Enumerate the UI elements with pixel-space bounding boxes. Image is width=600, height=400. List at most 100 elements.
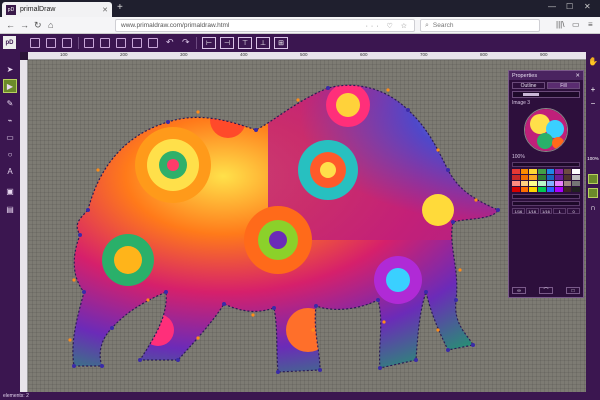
align-bottom-icon[interactable]: ⊞ xyxy=(274,37,288,49)
color-swatch[interactable] xyxy=(555,175,563,180)
node-edit-icon[interactable]: ▶ xyxy=(3,79,17,93)
tab-outline[interactable]: Outline xyxy=(512,82,545,89)
address-bar[interactable]: www.primaldraw.com/primaldraw.html ··· ♡… xyxy=(115,19,415,32)
number-field[interactable]: 1 xyxy=(553,208,567,214)
page-actions-icon[interactable]: ··· ♡ ☆ xyxy=(366,22,410,30)
color-swatch[interactable] xyxy=(537,187,546,192)
color-swatch[interactable] xyxy=(546,181,555,186)
new-file-icon[interactable] xyxy=(30,38,40,48)
properties-close-icon[interactable]: ✕ xyxy=(575,73,580,79)
opacity-slider[interactable] xyxy=(512,91,580,98)
elephant-artwork[interactable] xyxy=(28,60,586,392)
text-icon[interactable]: A xyxy=(3,164,17,178)
window-close-button[interactable]: ✕ xyxy=(584,2,591,11)
color-slider[interactable] xyxy=(512,194,580,199)
color-swatch[interactable] xyxy=(512,181,520,186)
color-swatch[interactable] xyxy=(572,181,580,186)
color-swatch[interactable] xyxy=(546,169,555,174)
slider-knob[interactable] xyxy=(523,93,539,96)
link-icon[interactable]: ∞ xyxy=(512,287,526,294)
library-icon[interactable]: |||\ xyxy=(556,20,564,29)
undo-icon[interactable]: ↶ xyxy=(166,37,174,48)
color-swatch[interactable] xyxy=(546,175,555,180)
app-logo[interactable]: pD xyxy=(3,36,16,49)
zoom-in-icon[interactable]: + xyxy=(588,84,598,94)
minimize-button[interactable]: — xyxy=(548,2,556,11)
number-field[interactable]: 0 xyxy=(567,208,580,214)
drawing-canvas[interactable] xyxy=(28,60,586,392)
color-swatch[interactable] xyxy=(563,187,572,192)
open-file-icon[interactable] xyxy=(46,38,56,48)
color-swatch[interactable] xyxy=(529,181,537,186)
color-swatch[interactable] xyxy=(555,169,563,174)
copy-icon[interactable] xyxy=(84,38,94,48)
rectangle-icon[interactable]: ▭ xyxy=(3,130,17,144)
select-arrow-icon[interactable]: ➤ xyxy=(3,62,17,76)
number-field[interactable]: 1/16 xyxy=(539,208,553,214)
gradient-bar[interactable] xyxy=(512,162,580,167)
color-swatch[interactable] xyxy=(512,187,520,192)
search-box[interactable]: ⌕ xyxy=(420,19,540,32)
back-arrow-icon[interactable]: ← xyxy=(6,20,15,30)
color-swatch[interactable] xyxy=(563,175,572,180)
color-swatch[interactable] xyxy=(529,169,537,174)
number-field[interactable]: 1/16 xyxy=(512,208,525,214)
align-top-icon[interactable]: ⊥ xyxy=(256,37,270,49)
search-input[interactable] xyxy=(432,22,533,29)
color-swatch[interactable] xyxy=(572,169,580,174)
color-swatch[interactable] xyxy=(529,187,537,192)
color-swatch[interactable] xyxy=(572,175,580,180)
home-icon[interactable]: ⌂ xyxy=(48,20,53,30)
image-icon[interactable]: ▣ xyxy=(3,184,17,198)
color-swatch[interactable] xyxy=(537,169,546,174)
magnet-icon[interactable]: ∩ xyxy=(588,202,598,212)
ellipse-icon[interactable]: ○ xyxy=(3,147,17,161)
tab-fill[interactable]: Fill xyxy=(547,82,580,89)
alpha-slider[interactable] xyxy=(512,201,580,206)
align-right-icon[interactable]: ⊤ xyxy=(238,37,252,49)
layers-icon[interactable]: ▤ xyxy=(3,202,17,216)
color-swatch[interactable] xyxy=(512,175,520,180)
forward-arrow-icon[interactable]: → xyxy=(20,20,29,30)
paste-icon[interactable] xyxy=(100,38,110,48)
number-field[interactable]: 1/16 xyxy=(525,208,539,214)
color-swatch[interactable] xyxy=(520,175,529,180)
tab-close-icon[interactable]: ✕ xyxy=(102,6,108,14)
brush-icon[interactable]: ⌁ xyxy=(3,113,17,127)
grid-icon[interactable] xyxy=(588,174,598,184)
color-swatch[interactable] xyxy=(537,181,546,186)
image-thumbnail[interactable] xyxy=(524,108,568,152)
browser-tab[interactable]: pD primalDraw ✕ xyxy=(2,2,112,17)
color-swatch[interactable] xyxy=(529,175,537,180)
delete-icon[interactable] xyxy=(132,38,142,48)
color-swatch[interactable] xyxy=(563,169,572,174)
color-swatch[interactable] xyxy=(520,187,529,192)
color-swatch[interactable] xyxy=(563,181,572,186)
color-swatch[interactable] xyxy=(546,187,555,192)
color-swatches[interactable] xyxy=(512,169,580,192)
sidebar-icon[interactable]: ▭ xyxy=(572,20,580,29)
color-swatch[interactable] xyxy=(520,181,529,186)
redo-icon[interactable]: ↷ xyxy=(182,37,190,48)
properties-header[interactable]: Properties ✕ xyxy=(509,71,583,80)
group-icon[interactable] xyxy=(148,38,158,48)
color-swatch[interactable] xyxy=(572,187,580,192)
menu-icon[interactable]: ≡ xyxy=(588,20,593,29)
save-file-icon[interactable] xyxy=(62,38,72,48)
color-swatch[interactable] xyxy=(537,175,546,180)
arc-icon[interactable]: ⌒ xyxy=(539,287,553,294)
color-swatch[interactable] xyxy=(512,169,520,174)
color-swatch[interactable] xyxy=(555,187,563,192)
pen-icon[interactable]: ✎ xyxy=(3,96,17,110)
reload-icon[interactable]: ↻ xyxy=(34,20,42,31)
hand-icon[interactable]: ✋ xyxy=(588,56,598,66)
duplicate-icon[interactable] xyxy=(116,38,126,48)
align-left-icon[interactable]: ⊢ xyxy=(202,37,216,49)
zoom-out-icon[interactable]: − xyxy=(588,98,598,108)
color-swatch[interactable] xyxy=(520,169,529,174)
align-center-icon[interactable]: ⊣ xyxy=(220,37,234,49)
maximize-button[interactable]: ☐ xyxy=(566,2,573,11)
square-icon[interactable]: □ xyxy=(566,287,580,294)
properties-panel[interactable]: Properties ✕ Outline Fill Image 3 100% 1… xyxy=(508,70,584,298)
snap-icon[interactable] xyxy=(588,188,598,198)
